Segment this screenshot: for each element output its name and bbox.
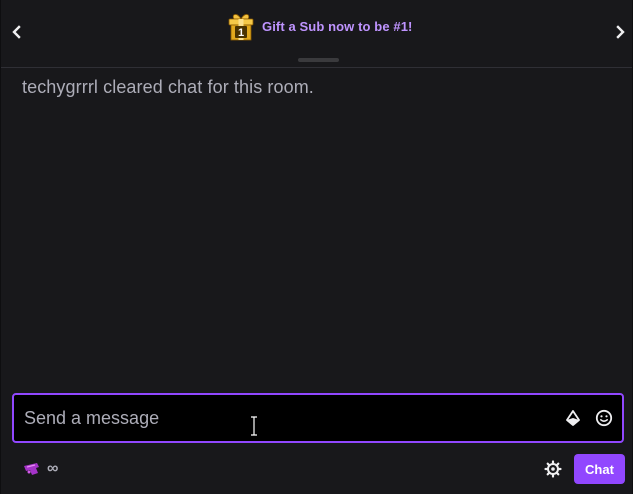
channel-points-button[interactable]: ∞ <box>23 458 58 480</box>
emote-picker-button[interactable] <box>593 407 615 429</box>
bits-button[interactable] <box>562 407 584 429</box>
chat-header: 1 Gift a Sub now to be #1! <box>1 0 632 68</box>
chevron-right-icon <box>616 25 625 39</box>
chat-send-button[interactable]: Chat <box>574 454 625 484</box>
resize-handle[interactable] <box>298 58 339 62</box>
bits-icon <box>566 410 580 426</box>
gift-badge-number: 1 <box>238 27 244 39</box>
chat-input-container[interactable] <box>12 393 624 443</box>
text-cursor-icon <box>251 416 257 436</box>
gift-sub-promo[interactable]: 1 Gift a Sub now to be #1! <box>225 10 412 42</box>
chevron-left-icon <box>12 25 21 39</box>
next-button[interactable] <box>608 20 632 44</box>
previous-button[interactable] <box>5 20 29 44</box>
chat-message-input[interactable] <box>24 395 544 441</box>
gear-icon <box>544 460 562 478</box>
smiley-icon <box>595 409 613 427</box>
chat-panel: 1 Gift a Sub now to be #1! techygrrrl cl… <box>0 0 633 494</box>
chat-messages: techygrrrl cleared chat for this room. <box>1 69 632 391</box>
gift-icon: 1 <box>228 14 254 41</box>
channel-points-icon <box>24 463 39 475</box>
chat-bottom-bar: ∞ Chat <box>1 448 632 494</box>
promo-text: Gift a Sub now to be #1! <box>262 18 413 34</box>
system-message: techygrrrl cleared chat for this room. <box>22 77 314 97</box>
channel-points-value: ∞ <box>47 460 59 477</box>
chat-settings-button[interactable] <box>541 457 565 481</box>
